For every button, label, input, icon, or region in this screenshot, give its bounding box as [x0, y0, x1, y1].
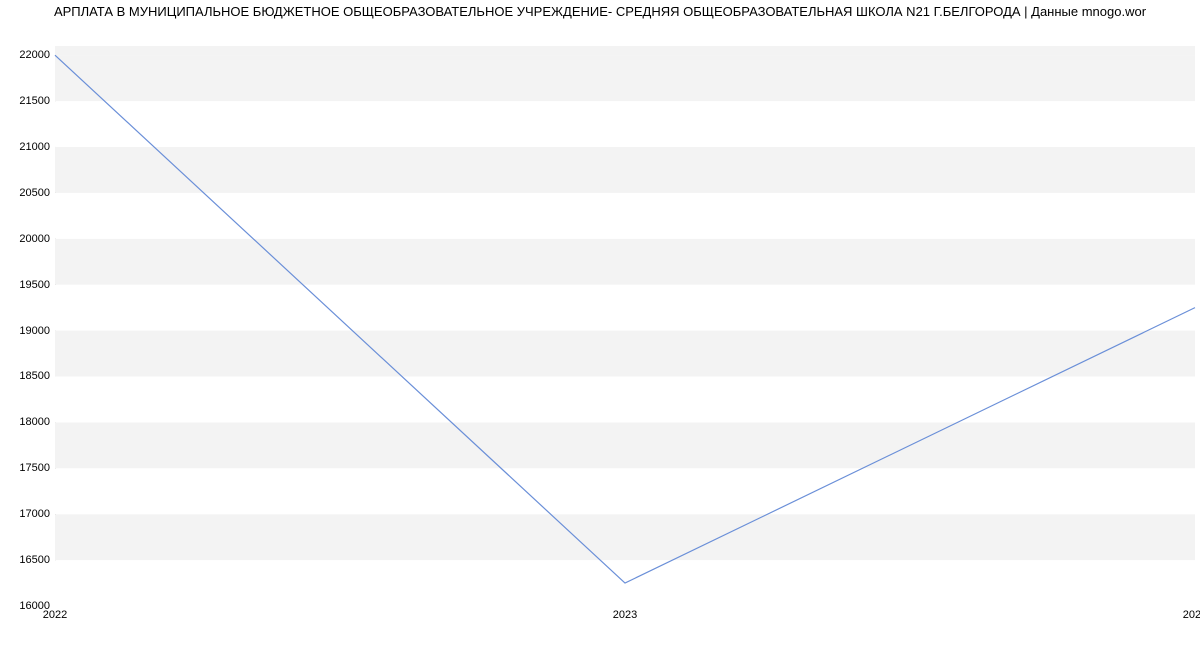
y-tick-20000: 20000 — [8, 233, 50, 245]
y-tick-19000: 19000 — [8, 325, 50, 337]
y-tick-22000: 22000 — [8, 49, 50, 61]
y-tick-21500: 21500 — [8, 95, 50, 107]
x-tick-2023: 2023 — [613, 609, 637, 621]
y-tick-21000: 21000 — [8, 141, 50, 153]
y-tick-17000: 17000 — [8, 508, 50, 520]
grid-bands — [55, 46, 1195, 606]
y-tick-18000: 18000 — [8, 416, 50, 428]
line-svg — [55, 46, 1195, 606]
chart-container: 16000 16500 17000 17500 18000 18500 1900… — [0, 21, 1200, 641]
x-tick-2022: 2022 — [43, 609, 67, 621]
x-tick-2024: 2024 — [1183, 609, 1200, 621]
y-tick-17500: 17500 — [8, 462, 50, 474]
y-tick-19500: 19500 — [8, 279, 50, 291]
y-tick-16500: 16500 — [8, 554, 50, 566]
y-tick-18500: 18500 — [8, 370, 50, 382]
y-tick-20500: 20500 — [8, 187, 50, 199]
chart-title: АРПЛАТА В МУНИЦИПАЛЬНОЕ БЮДЖЕТНОЕ ОБЩЕОБ… — [0, 0, 1200, 21]
